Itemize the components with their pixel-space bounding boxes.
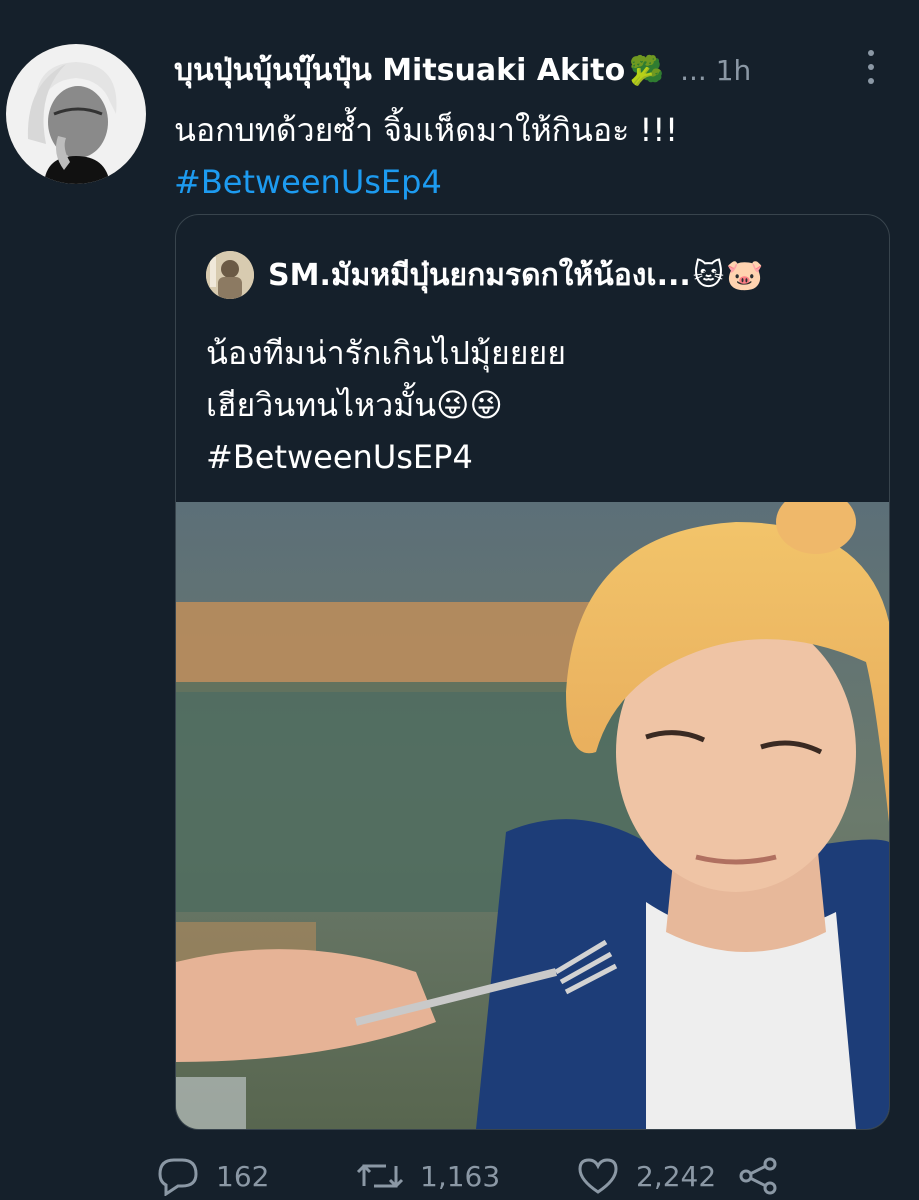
tweet-body: นอกบทด้วยซ้ำ จิ้มเห็ดมาให้กินอะ !!! #Bet…: [174, 104, 678, 208]
tweet-hashtag-link[interactable]: #BetweenUsEp4: [174, 156, 678, 208]
share-icon: [739, 1157, 777, 1195]
tweet-text: นอกบทด้วยซ้ำ จิ้มเห็ดมาให้กินอะ !!!: [174, 111, 678, 149]
share-button[interactable]: [736, 1156, 780, 1196]
like-count: 2,242: [636, 1159, 717, 1193]
quoted-text-line: น้องทีมน่ารักเกินไปมุ้ยยยย: [206, 334, 566, 372]
broccoli-emoji-icon: 🥦: [629, 53, 665, 87]
author-name[interactable]: บุนปุ่นบุ้นบุ๊นปุ๋น Mitsuaki Akito: [174, 47, 625, 94]
quoted-author-avatar[interactable]: [206, 251, 254, 299]
tweet-timestamp[interactable]: ... 1h: [680, 54, 751, 87]
quoted-tweet-card[interactable]: SM.มัมหมีบุ๋นยกมรดกให้น้องเ... 🐱 🐷 น้องท…: [175, 214, 890, 1130]
quoted-tweet-body: น้องทีมน่ารักเกินไปมุ้ยยยย เฮียวินทนไหวม…: [206, 327, 566, 483]
like-icon: [578, 1158, 618, 1194]
retweet-button[interactable]: 1,163: [356, 1156, 500, 1196]
quoted-tweet-photo[interactable]: [176, 502, 889, 1129]
cat-emoji-icon: 🐱: [692, 257, 725, 293]
reply-button[interactable]: 162: [156, 1156, 269, 1196]
quoted-text-line: เฮียวินทนไหวมั้น😜😜: [206, 386, 503, 424]
reply-count: 162: [216, 1159, 270, 1193]
retweet-count: 1,163: [420, 1159, 501, 1193]
tweet-header: บุนปุ่นบุ้นบุ๊นปุ๋น Mitsuaki Akito 🥦 ...…: [174, 48, 889, 92]
pig-emoji-icon: 🐷: [726, 257, 764, 293]
like-button[interactable]: 2,242: [576, 1156, 716, 1196]
tweet-actions: 162 1,163 2,242: [156, 1152, 919, 1200]
more-options-icon[interactable]: [861, 50, 881, 84]
quoted-tweet-header: SM.มัมหมีบุ๋นยกมรดกให้น้องเ... 🐱 🐷: [206, 251, 873, 299]
quoted-author-name[interactable]: SM.มัมหมีบุ๋นยกมรดกให้น้องเ...: [268, 252, 691, 299]
reply-icon: [158, 1158, 198, 1196]
retweet-icon: [356, 1164, 404, 1188]
author-avatar[interactable]: [6, 44, 146, 184]
quoted-hashtag[interactable]: #BetweenUsEP4: [206, 431, 566, 483]
